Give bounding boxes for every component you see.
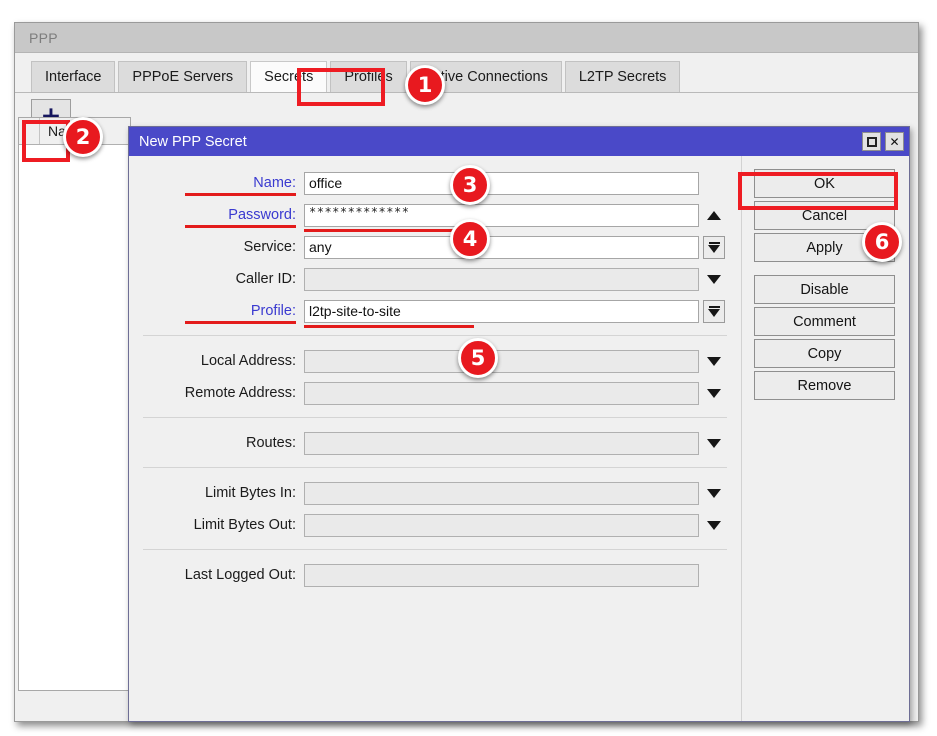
password-value-underline	[304, 228, 474, 232]
input-caller-id[interactable]	[304, 267, 699, 291]
input-name[interactable]: office	[304, 171, 699, 195]
dropdown-arrow-icon	[703, 235, 725, 259]
field-row-last-logged-out: Last Logged Out:	[129, 560, 741, 590]
field-row-local-address: Local Address:	[129, 346, 741, 376]
chevron-down-icon	[707, 356, 721, 366]
ok-button[interactable]: OK	[754, 169, 895, 198]
tab-interface[interactable]: Interface	[31, 61, 116, 92]
remote-address-arrow-slot[interactable]	[699, 388, 729, 398]
input-name-value: office	[309, 175, 343, 191]
comment-button[interactable]: Comment	[754, 307, 895, 336]
tab-pppoe-servers[interactable]: PPPoE Servers	[118, 61, 248, 92]
step-badge-3: 3	[450, 165, 490, 205]
profile-arrow-slot[interactable]	[699, 299, 729, 323]
step-badge-1: 1	[405, 65, 445, 105]
tab-l2tp-secrets[interactable]: L2TP Secrets	[564, 61, 681, 92]
input-password-value: *************	[309, 204, 410, 219]
tab-strip: Interface PPPoE Servers Secrets Profiles…	[15, 53, 918, 93]
field-row-limit-bytes-in: Limit Bytes In:	[129, 478, 741, 508]
input-limit-bytes-out[interactable]	[304, 513, 699, 537]
chevron-down-icon	[707, 488, 721, 498]
label-service: Service:	[243, 239, 296, 255]
ppp-window-titlebar: PPP	[15, 23, 918, 53]
label-profile: Profile:	[129, 303, 304, 324]
divider	[143, 467, 727, 468]
input-profile[interactable]: l2tp-site-to-site	[304, 299, 699, 328]
secrets-list-pane[interactable]: Name	[18, 117, 131, 691]
field-row-limit-bytes-out: Limit Bytes Out:	[129, 510, 741, 540]
routes-arrow-slot[interactable]	[699, 438, 729, 448]
profile-value-underline	[304, 324, 474, 328]
input-routes[interactable]	[304, 431, 699, 455]
label-remote-address: Remote Address:	[184, 385, 296, 401]
divider	[143, 417, 727, 418]
label-local-address: Local Address:	[200, 353, 296, 369]
label-limit-bytes-out: Limit Bytes Out:	[193, 517, 296, 533]
close-button[interactable]: ✕	[885, 132, 904, 151]
chevron-down-icon	[707, 274, 721, 284]
step-badge-4: 4	[450, 219, 490, 259]
input-last-logged-out	[304, 563, 699, 587]
maximize-icon	[866, 136, 877, 147]
label-last-logged-out: Last Logged Out:	[184, 567, 296, 583]
field-row-caller-id: Caller ID:	[129, 264, 741, 294]
password-label-underline	[185, 225, 296, 228]
step-badge-2: 2	[63, 117, 103, 157]
copy-button[interactable]: Copy	[754, 339, 895, 368]
field-row-service: Service: any	[129, 232, 741, 262]
dropdown-arrow-icon	[703, 299, 725, 323]
field-row-password: Password: *************	[129, 200, 741, 232]
list-gutter-column	[19, 118, 40, 144]
limit-bytes-out-arrow-slot[interactable]	[699, 520, 729, 530]
input-limit-bytes-in[interactable]	[304, 481, 699, 505]
input-remote-address[interactable]	[304, 381, 699, 405]
step-badge-5: 5	[458, 338, 498, 378]
label-routes: Routes:	[246, 435, 296, 451]
password-arrow-slot[interactable]	[699, 210, 729, 220]
field-row-profile: Profile: l2tp-site-to-site	[129, 296, 741, 328]
input-service-value: any	[309, 239, 332, 255]
field-row-name: Name: office	[129, 168, 741, 198]
chevron-down-icon	[707, 520, 721, 530]
dialog-title: New PPP Secret	[139, 133, 247, 150]
label-caller-id: Caller ID:	[235, 271, 296, 287]
divider	[143, 335, 727, 336]
chevron-up-icon	[707, 210, 721, 220]
input-service[interactable]: any	[304, 235, 699, 259]
label-password: Password:	[129, 207, 304, 228]
maximize-button[interactable]	[862, 132, 881, 151]
dialog-window-controls: ✕	[862, 132, 904, 151]
step-badge-6: 6	[862, 222, 902, 262]
secrets-list-body[interactable]	[19, 145, 130, 690]
name-label-underline	[185, 193, 296, 196]
input-password[interactable]: *************	[304, 203, 699, 232]
remove-button[interactable]: Remove	[754, 371, 895, 400]
dialog-body: Name: office Password: ************* Ser…	[129, 156, 909, 721]
screenshot-root: PPP Interface PPPoE Servers Secrets Prof…	[0, 0, 937, 736]
dialog-titlebar[interactable]: New PPP Secret ✕	[129, 127, 909, 156]
dialog-form-column: Name: office Password: ************* Ser…	[129, 156, 741, 721]
divider	[143, 549, 727, 550]
chevron-down-icon	[707, 438, 721, 448]
field-row-remote-address: Remote Address:	[129, 378, 741, 408]
disable-button[interactable]: Disable	[754, 275, 895, 304]
field-row-routes: Routes:	[129, 428, 741, 458]
label-name: Name:	[129, 175, 304, 196]
local-address-arrow-slot[interactable]	[699, 356, 729, 366]
tab-secrets[interactable]: Secrets	[250, 61, 328, 92]
service-arrow-slot[interactable]	[699, 235, 729, 259]
limit-bytes-in-arrow-slot[interactable]	[699, 488, 729, 498]
chevron-down-icon	[707, 388, 721, 398]
ppp-window-title: PPP	[29, 29, 58, 46]
tab-profiles[interactable]: Profiles	[330, 61, 407, 92]
input-local-address[interactable]	[304, 349, 699, 373]
input-profile-value: l2tp-site-to-site	[309, 303, 401, 319]
label-limit-bytes-in: Limit Bytes In:	[204, 485, 296, 501]
profile-label-underline	[185, 321, 296, 324]
caller-id-arrow-slot[interactable]	[699, 274, 729, 284]
new-ppp-secret-dialog: New PPP Secret ✕ Name: office Password: …	[128, 126, 910, 722]
